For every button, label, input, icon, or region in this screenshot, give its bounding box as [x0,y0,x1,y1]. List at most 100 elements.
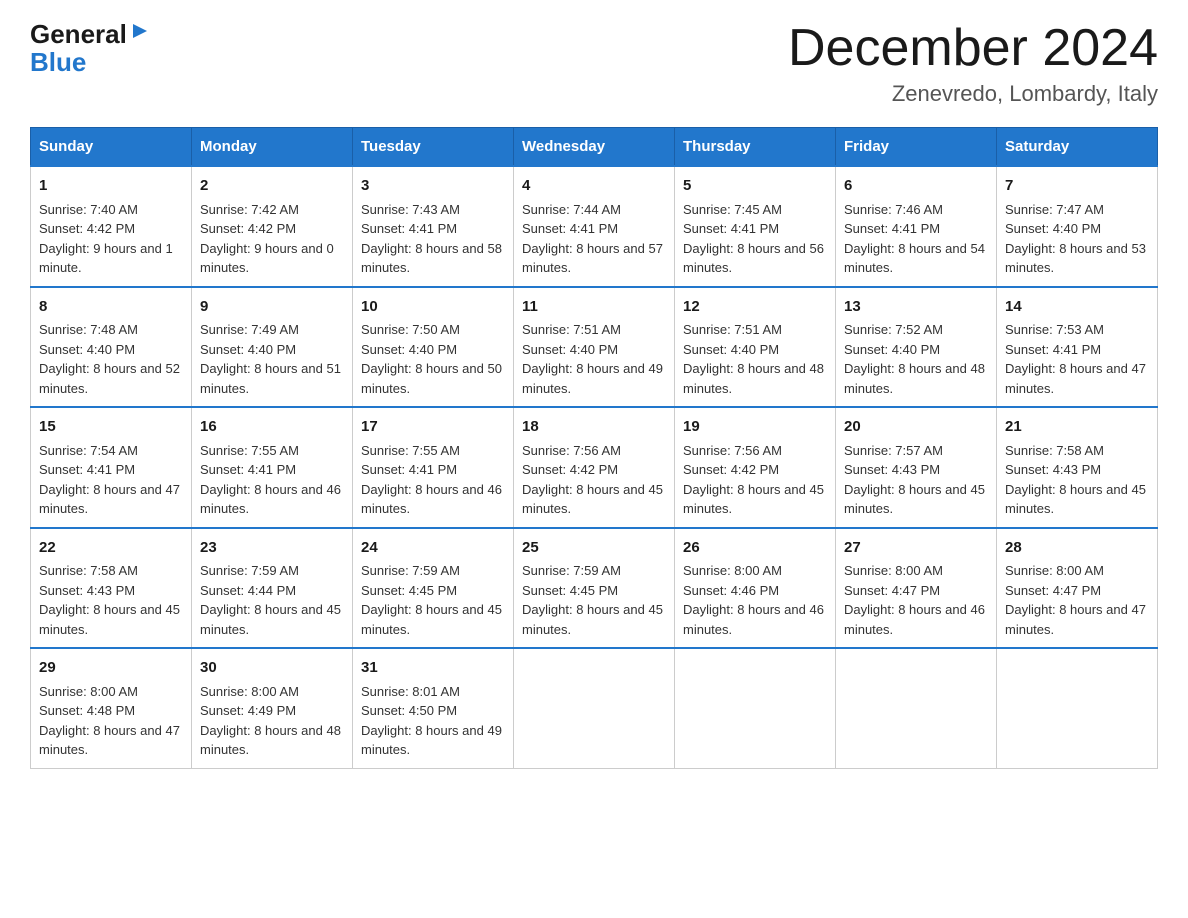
day-sunrise: Sunrise: 7:56 AM [522,443,621,458]
day-sunset: Sunset: 4:41 PM [361,221,457,236]
day-number: 17 [361,416,505,439]
calendar-cell: 14 Sunrise: 7:53 AM Sunset: 4:41 PM Dayl… [997,287,1158,408]
day-sunset: Sunset: 4:40 PM [844,342,940,357]
day-sunrise: Sunrise: 7:50 AM [361,322,460,337]
calendar-cell: 10 Sunrise: 7:50 AM Sunset: 4:40 PM Dayl… [353,287,514,408]
day-number: 20 [844,416,988,439]
header-cell-sunday: Sunday [31,128,192,167]
day-daylight: Daylight: 8 hours and 45 minutes. [200,602,341,637]
day-sunset: Sunset: 4:43 PM [39,583,135,598]
day-number: 9 [200,296,344,319]
day-sunrise: Sunrise: 7:53 AM [1005,322,1104,337]
calendar-cell: 19 Sunrise: 7:56 AM Sunset: 4:42 PM Dayl… [675,407,836,528]
calendar-week-5: 29 Sunrise: 8:00 AM Sunset: 4:48 PM Dayl… [31,648,1158,768]
calendar-subtitle: Zenevredo, Lombardy, Italy [788,81,1158,107]
calendar-cell: 29 Sunrise: 8:00 AM Sunset: 4:48 PM Dayl… [31,648,192,768]
day-number: 29 [39,657,183,680]
day-daylight: Daylight: 8 hours and 48 minutes. [683,361,824,396]
day-daylight: Daylight: 9 hours and 0 minutes. [200,241,334,276]
day-sunrise: Sunrise: 7:46 AM [844,202,943,217]
day-daylight: Daylight: 8 hours and 53 minutes. [1005,241,1146,276]
day-sunset: Sunset: 4:40 PM [361,342,457,357]
day-sunrise: Sunrise: 7:49 AM [200,322,299,337]
calendar-cell [675,648,836,768]
day-sunrise: Sunrise: 7:55 AM [200,443,299,458]
day-number: 27 [844,537,988,560]
day-sunset: Sunset: 4:45 PM [361,583,457,598]
day-number: 18 [522,416,666,439]
day-sunrise: Sunrise: 7:55 AM [361,443,460,458]
day-daylight: Daylight: 8 hours and 57 minutes. [522,241,663,276]
header-cell-thursday: Thursday [675,128,836,167]
day-number: 4 [522,175,666,198]
day-number: 28 [1005,537,1149,560]
header-cell-tuesday: Tuesday [353,128,514,167]
day-sunset: Sunset: 4:42 PM [200,221,296,236]
day-number: 7 [1005,175,1149,198]
day-daylight: Daylight: 8 hours and 45 minutes. [522,482,663,517]
day-number: 13 [844,296,988,319]
header-cell-saturday: Saturday [997,128,1158,167]
calendar-week-3: 15 Sunrise: 7:54 AM Sunset: 4:41 PM Dayl… [31,407,1158,528]
day-daylight: Daylight: 8 hours and 49 minutes. [522,361,663,396]
calendar-cell: 2 Sunrise: 7:42 AM Sunset: 4:42 PM Dayli… [192,166,353,287]
calendar-cell: 21 Sunrise: 7:58 AM Sunset: 4:43 PM Dayl… [997,407,1158,528]
day-daylight: Daylight: 8 hours and 45 minutes. [683,482,824,517]
day-number: 25 [522,537,666,560]
logo-blue-text: Blue [30,47,86,78]
day-sunset: Sunset: 4:41 PM [844,221,940,236]
day-sunset: Sunset: 4:50 PM [361,703,457,718]
day-daylight: Daylight: 8 hours and 45 minutes. [844,482,985,517]
day-daylight: Daylight: 8 hours and 45 minutes. [522,602,663,637]
calendar-cell: 11 Sunrise: 7:51 AM Sunset: 4:40 PM Dayl… [514,287,675,408]
calendar-week-1: 1 Sunrise: 7:40 AM Sunset: 4:42 PM Dayli… [31,166,1158,287]
day-sunrise: Sunrise: 8:00 AM [200,684,299,699]
day-sunset: Sunset: 4:45 PM [522,583,618,598]
calendar-cell: 7 Sunrise: 7:47 AM Sunset: 4:40 PM Dayli… [997,166,1158,287]
calendar-cell: 1 Sunrise: 7:40 AM Sunset: 4:42 PM Dayli… [31,166,192,287]
calendar-cell: 9 Sunrise: 7:49 AM Sunset: 4:40 PM Dayli… [192,287,353,408]
calendar-cell: 4 Sunrise: 7:44 AM Sunset: 4:41 PM Dayli… [514,166,675,287]
day-sunrise: Sunrise: 7:48 AM [39,322,138,337]
calendar-week-4: 22 Sunrise: 7:58 AM Sunset: 4:43 PM Dayl… [31,528,1158,649]
day-daylight: Daylight: 8 hours and 58 minutes. [361,241,502,276]
day-sunset: Sunset: 4:41 PM [200,462,296,477]
day-sunset: Sunset: 4:40 PM [39,342,135,357]
day-sunrise: Sunrise: 8:01 AM [361,684,460,699]
calendar-cell: 15 Sunrise: 7:54 AM Sunset: 4:41 PM Dayl… [31,407,192,528]
calendar-cell: 27 Sunrise: 8:00 AM Sunset: 4:47 PM Dayl… [836,528,997,649]
header-cell-friday: Friday [836,128,997,167]
day-daylight: Daylight: 8 hours and 48 minutes. [844,361,985,396]
calendar-cell: 6 Sunrise: 7:46 AM Sunset: 4:41 PM Dayli… [836,166,997,287]
day-sunrise: Sunrise: 7:59 AM [200,563,299,578]
day-daylight: Daylight: 8 hours and 50 minutes. [361,361,502,396]
day-sunset: Sunset: 4:47 PM [1005,583,1101,598]
day-number: 21 [1005,416,1149,439]
day-daylight: Daylight: 8 hours and 45 minutes. [39,602,180,637]
day-daylight: Daylight: 8 hours and 52 minutes. [39,361,180,396]
day-daylight: Daylight: 8 hours and 46 minutes. [844,602,985,637]
day-daylight: Daylight: 8 hours and 46 minutes. [683,602,824,637]
day-sunset: Sunset: 4:46 PM [683,583,779,598]
day-sunset: Sunset: 4:40 PM [1005,221,1101,236]
day-number: 14 [1005,296,1149,319]
calendar-cell: 30 Sunrise: 8:00 AM Sunset: 4:49 PM Dayl… [192,648,353,768]
day-sunset: Sunset: 4:41 PM [39,462,135,477]
day-daylight: Daylight: 8 hours and 47 minutes. [1005,602,1146,637]
calendar-cell [997,648,1158,768]
day-number: 16 [200,416,344,439]
day-daylight: Daylight: 8 hours and 49 minutes. [361,723,502,758]
day-sunrise: Sunrise: 7:45 AM [683,202,782,217]
day-sunset: Sunset: 4:48 PM [39,703,135,718]
header: General Blue December 2024 Zenevredo, Lo… [30,20,1158,107]
day-sunset: Sunset: 4:41 PM [361,462,457,477]
day-sunrise: Sunrise: 7:52 AM [844,322,943,337]
day-sunset: Sunset: 4:47 PM [844,583,940,598]
day-number: 8 [39,296,183,319]
day-daylight: Daylight: 8 hours and 56 minutes. [683,241,824,276]
day-sunrise: Sunrise: 7:47 AM [1005,202,1104,217]
calendar-cell: 28 Sunrise: 8:00 AM Sunset: 4:47 PM Dayl… [997,528,1158,649]
day-number: 31 [361,657,505,680]
day-sunrise: Sunrise: 7:59 AM [361,563,460,578]
day-sunset: Sunset: 4:42 PM [683,462,779,477]
